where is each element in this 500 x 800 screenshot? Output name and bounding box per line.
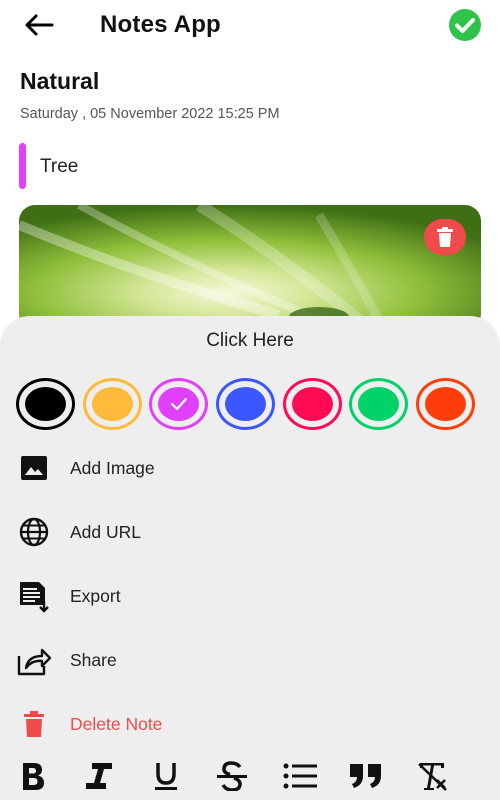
check-icon: [170, 397, 187, 411]
italic-button[interactable]: [79, 756, 119, 796]
sheet-title[interactable]: Click Here: [0, 330, 500, 352]
color-option-green[interactable]: [349, 378, 408, 430]
color-swatch-green: [358, 387, 399, 421]
strikethrough-button[interactable]: [212, 756, 252, 796]
clear-format-button[interactable]: [413, 756, 453, 796]
bulleted-list-icon: [283, 763, 317, 789]
italic-icon: [86, 763, 112, 789]
color-swatch-orange: [425, 387, 466, 421]
underline-icon: [155, 763, 177, 790]
delete-image-button[interactable]: [424, 219, 466, 255]
subtitle-accent-bar: [19, 143, 26, 189]
color-swatch-blue: [225, 387, 266, 421]
globe-icon: [16, 514, 52, 550]
bold-icon: [23, 763, 44, 790]
color-picker: [0, 378, 500, 434]
delete-note-label: Delete Note: [70, 714, 163, 734]
color-swatch-pink: [292, 387, 333, 421]
color-swatch-black: [25, 387, 66, 421]
quote-button[interactable]: [346, 756, 386, 796]
export-item[interactable]: Export: [0, 574, 500, 618]
export-icon: [16, 578, 52, 614]
color-option-blue[interactable]: [216, 378, 275, 430]
notes-app: Notes App Natural Saturday , 05 November…: [0, 0, 500, 800]
trash-icon: [16, 706, 52, 742]
format-toolbar: [0, 756, 500, 796]
bold-button[interactable]: [13, 756, 53, 796]
export-label: Export: [70, 586, 121, 606]
trash-icon: [437, 227, 453, 247]
app-title: Notes App: [100, 11, 221, 38]
share-item[interactable]: Share: [0, 638, 500, 682]
color-swatch-purple: [158, 387, 199, 421]
color-option-pink[interactable]: [283, 378, 342, 430]
strikethrough-icon: [217, 761, 247, 791]
add-url-item[interactable]: Add URL: [0, 510, 500, 554]
color-option-purple[interactable]: [149, 378, 208, 430]
note-title[interactable]: Natural: [20, 68, 99, 95]
color-option-black[interactable]: [16, 378, 75, 430]
back-button[interactable]: [22, 10, 56, 40]
options-sheet: Click Here Add Image Add URL Export Shar…: [0, 316, 500, 800]
share-label: Share: [70, 650, 117, 670]
nature-image: [19, 205, 481, 330]
add-image-item[interactable]: Add Image: [0, 446, 500, 490]
bullet-list-button[interactable]: [280, 756, 320, 796]
arrow-left-icon: [25, 14, 54, 36]
delete-note-item[interactable]: Delete Note: [0, 702, 500, 746]
clear-format-icon: [418, 763, 447, 791]
share-icon: [16, 642, 52, 678]
add-url-label: Add URL: [70, 522, 142, 542]
color-swatch-yellow: [92, 387, 133, 421]
color-option-yellow[interactable]: [83, 378, 142, 430]
underline-button[interactable]: [146, 756, 186, 796]
note-subtitle[interactable]: Tree: [40, 156, 78, 178]
color-option-orange[interactable]: [416, 378, 475, 430]
save-button[interactable]: [448, 8, 482, 42]
note-image: [19, 205, 481, 330]
image-icon: [16, 450, 52, 486]
quote-icon: [350, 764, 381, 788]
add-image-label: Add Image: [70, 458, 155, 478]
top-bar: Notes App: [0, 0, 500, 52]
check-circle-icon: [449, 9, 481, 41]
note-date: Saturday , 05 November 2022 15:25 PM: [20, 106, 280, 122]
